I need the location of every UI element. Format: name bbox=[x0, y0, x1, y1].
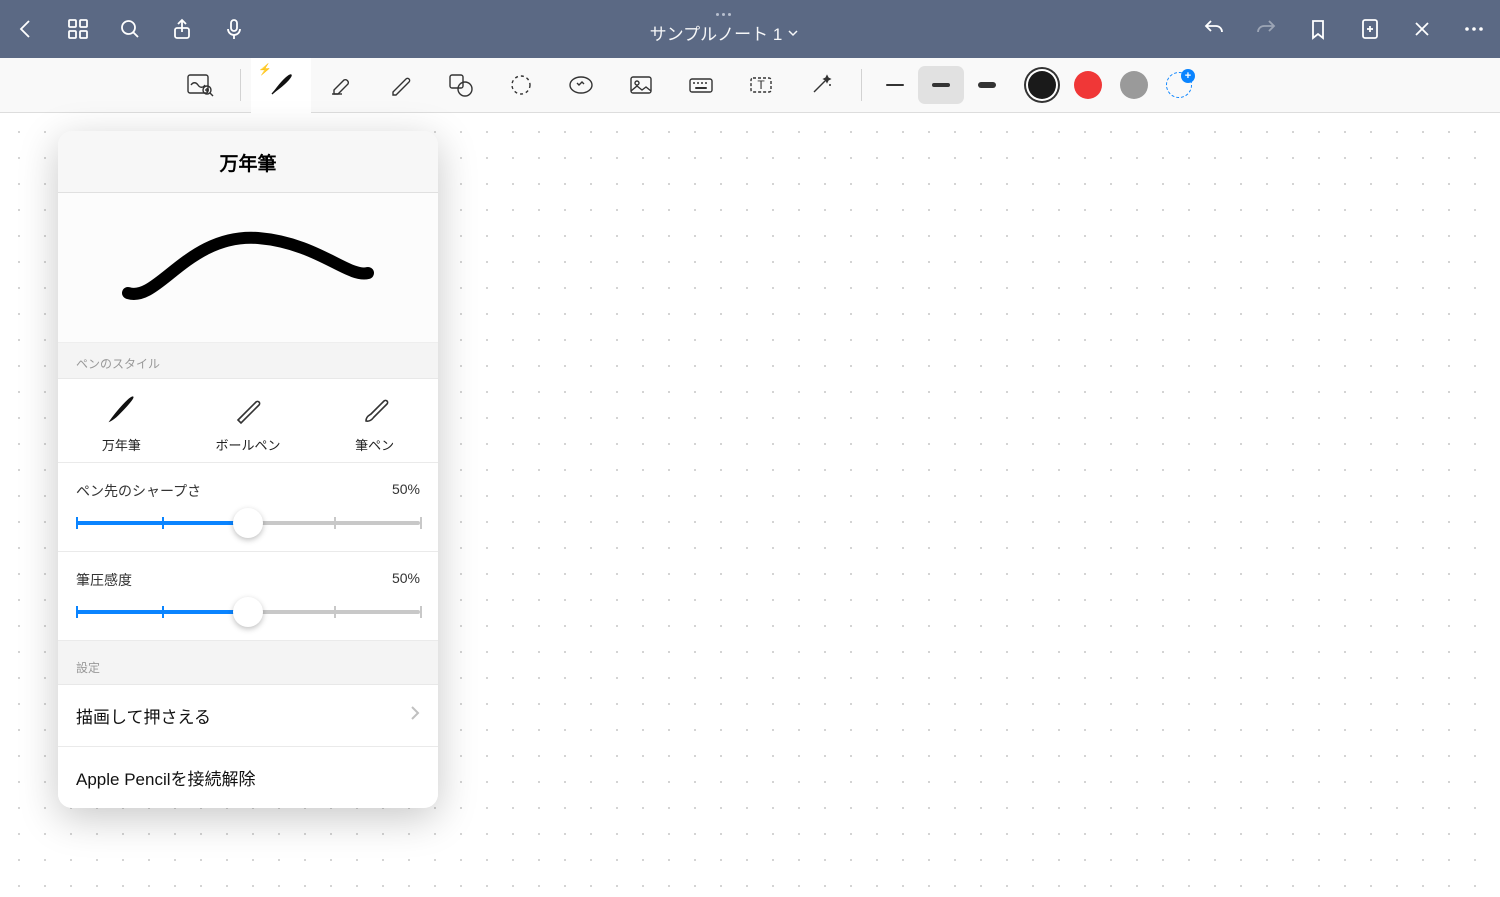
zoom-tool[interactable] bbox=[170, 58, 230, 113]
pen-style-options: 万年筆 ボールペン 筆ペン bbox=[58, 379, 438, 463]
pen-settings-popover: 万年筆 ペンのスタイル 万年筆 ボールペン 筆ペン ペ bbox=[58, 131, 438, 808]
document-title-text: サンプルノート 1 bbox=[650, 20, 783, 45]
top-navigation-bar: サンプルノート 1 bbox=[0, 0, 1500, 58]
settings-block: 描画して押さえる Apple Pencilを接続解除 bbox=[58, 685, 438, 808]
redo-icon[interactable] bbox=[1252, 15, 1280, 43]
sticker-tool[interactable] bbox=[551, 58, 611, 113]
microphone-icon[interactable] bbox=[220, 15, 248, 43]
share-icon[interactable] bbox=[168, 15, 196, 43]
svg-text:T: T bbox=[757, 78, 765, 92]
settings-row-label: 描画して押さえる bbox=[76, 703, 211, 728]
search-icon[interactable] bbox=[116, 15, 144, 43]
magic-tool[interactable] bbox=[791, 58, 851, 113]
top-right-group bbox=[1200, 15, 1488, 43]
sharpness-value: 50% bbox=[392, 481, 420, 501]
shape-tool[interactable] bbox=[431, 58, 491, 113]
image-tool[interactable] bbox=[611, 58, 671, 113]
sharpness-label: ペン先のシャープさ bbox=[76, 481, 201, 501]
color-red[interactable] bbox=[1074, 71, 1102, 99]
toolbar-divider bbox=[861, 69, 862, 101]
disconnect-pencil-row[interactable]: Apple Pencilを接続解除 bbox=[58, 747, 438, 808]
lasso-tool[interactable] bbox=[491, 58, 551, 113]
settings-section-label: 設定 bbox=[58, 641, 438, 685]
pen-style-label: 筆ペン bbox=[355, 435, 394, 454]
tool-bar: ⚡ T + bbox=[0, 58, 1500, 113]
plus-icon: + bbox=[1181, 69, 1195, 83]
pen-style-ballpoint[interactable]: ボールペン bbox=[198, 393, 298, 454]
settings-row-label: Apple Pencilを接続解除 bbox=[76, 765, 256, 790]
chevron-down-icon bbox=[788, 23, 798, 43]
pressure-slider[interactable] bbox=[76, 610, 420, 614]
add-page-icon[interactable] bbox=[1356, 15, 1384, 43]
top-left-group bbox=[12, 15, 248, 43]
toolbar-divider bbox=[240, 69, 241, 101]
pressure-label: 筆圧感度 bbox=[76, 570, 132, 590]
text-box-tool[interactable]: T bbox=[731, 58, 791, 113]
stroke-medium[interactable] bbox=[918, 66, 964, 104]
popover-title: 万年筆 bbox=[58, 131, 438, 193]
pen-style-fountain[interactable]: 万年筆 bbox=[71, 393, 171, 454]
pressure-block: 筆圧感度 50% bbox=[58, 552, 438, 641]
more-icon[interactable] bbox=[1460, 15, 1488, 43]
pen-style-label: ボールペン bbox=[215, 435, 280, 454]
document-title[interactable]: サンプルノート 1 bbox=[650, 20, 799, 45]
top-center-group: サンプルノート 1 bbox=[650, 13, 799, 45]
note-canvas[interactable]: 万年筆 ペンのスタイル 万年筆 ボールペン 筆ペン ペ bbox=[0, 113, 1500, 897]
window-drag-handle-icon[interactable] bbox=[716, 13, 731, 16]
pen-style-section-label: ペンのスタイル bbox=[58, 343, 438, 379]
add-color-button[interactable]: + bbox=[1166, 72, 1192, 98]
undo-icon[interactable] bbox=[1200, 15, 1228, 43]
back-icon[interactable] bbox=[12, 15, 40, 43]
highlighter-tool[interactable] bbox=[371, 58, 431, 113]
close-icon[interactable] bbox=[1408, 15, 1436, 43]
pressure-value: 50% bbox=[392, 570, 420, 590]
keyboard-tool[interactable] bbox=[671, 58, 731, 113]
color-grey[interactable] bbox=[1120, 71, 1148, 99]
bookmark-icon[interactable] bbox=[1304, 15, 1332, 43]
pen-style-label: 万年筆 bbox=[102, 435, 141, 454]
pen-tool[interactable]: ⚡ bbox=[251, 58, 311, 113]
sharpness-slider[interactable] bbox=[76, 521, 420, 525]
stroke-preview bbox=[58, 193, 438, 343]
bluetooth-badge-icon: ⚡ bbox=[258, 63, 272, 76]
color-black[interactable] bbox=[1028, 71, 1056, 99]
stroke-thick[interactable] bbox=[964, 66, 1010, 104]
draw-and-hold-row[interactable]: 描画して押さえる bbox=[58, 685, 438, 747]
eraser-tool[interactable] bbox=[311, 58, 371, 113]
pen-style-brush[interactable]: 筆ペン bbox=[325, 393, 425, 454]
stroke-thin[interactable] bbox=[872, 66, 918, 104]
sharpness-block: ペン先のシャープさ 50% bbox=[58, 463, 438, 552]
grid-icon[interactable] bbox=[64, 15, 92, 43]
chevron-right-icon bbox=[410, 705, 420, 726]
color-group: + bbox=[1028, 71, 1192, 99]
stroke-width-group bbox=[872, 66, 1010, 104]
